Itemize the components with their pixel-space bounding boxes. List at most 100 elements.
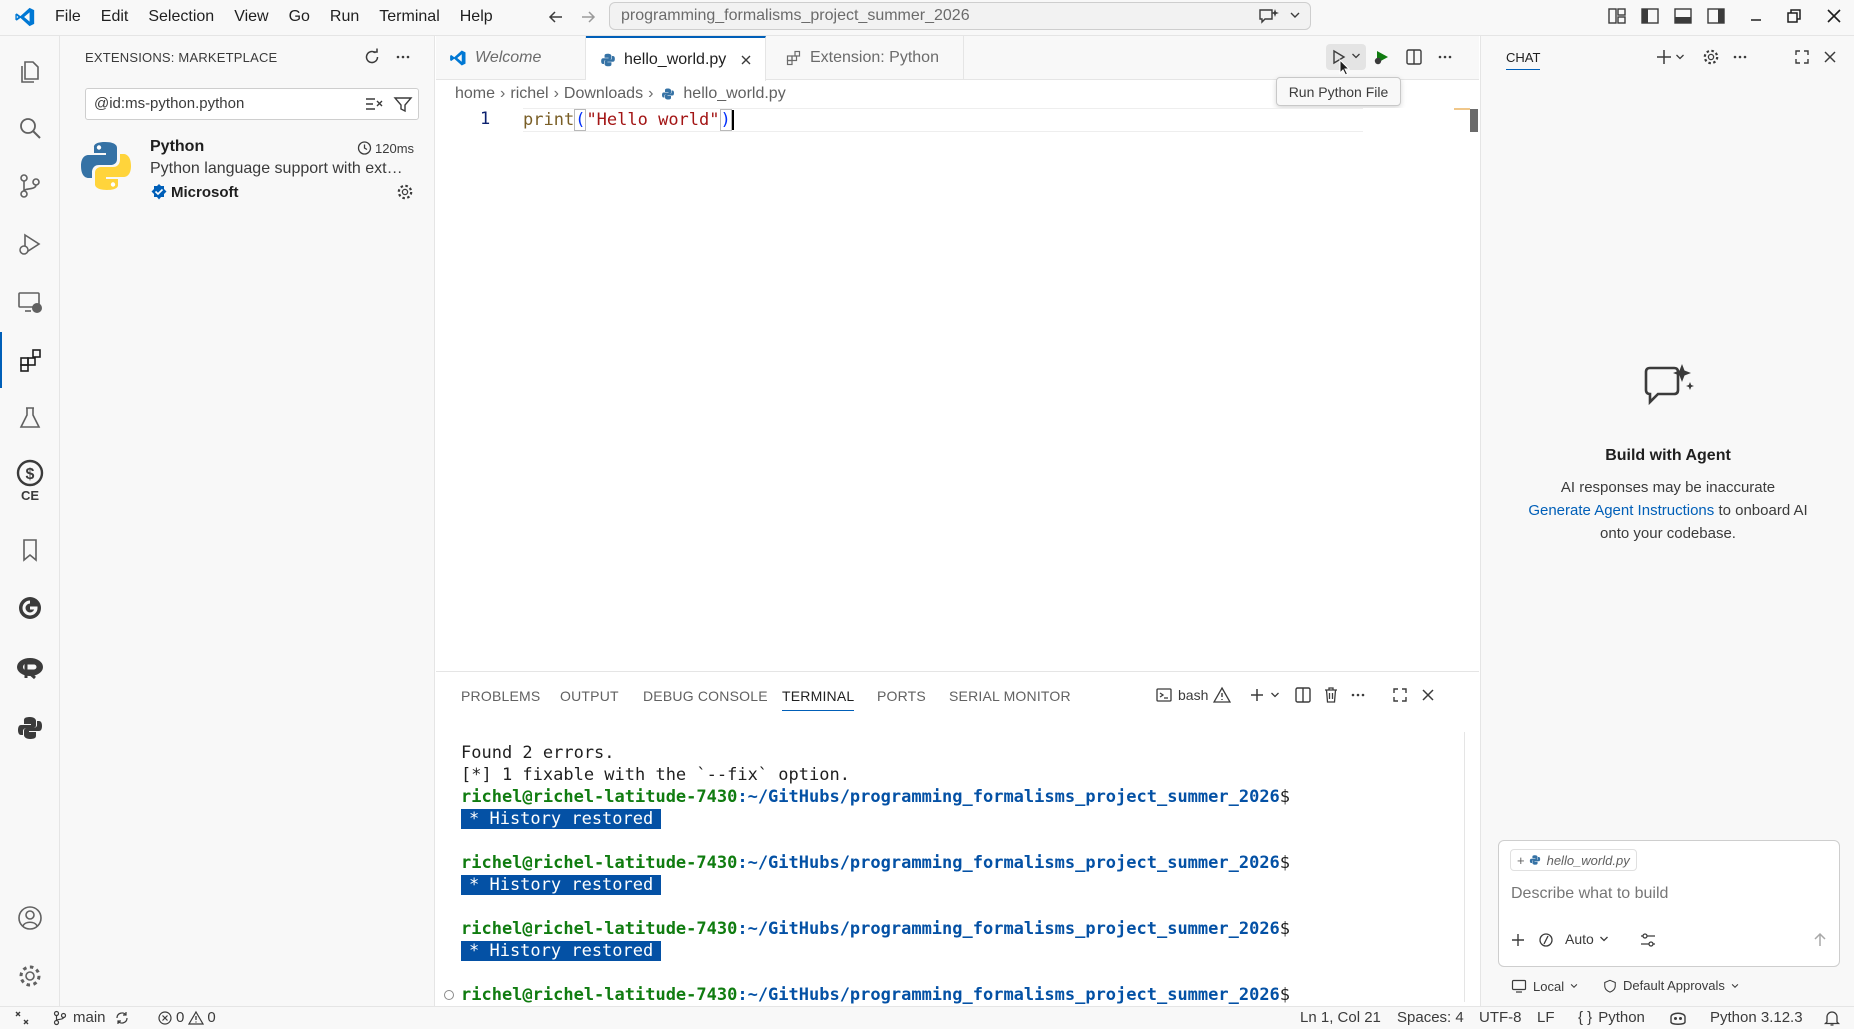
new-chat-chevron-icon[interactable] — [1674, 51, 1686, 63]
new-chat-icon[interactable] — [1654, 47, 1674, 67]
language-mode[interactable]: { } Python — [1578, 1009, 1645, 1026]
remote-explorer-icon[interactable] — [0, 274, 60, 330]
close-window-icon[interactable] — [1824, 6, 1844, 26]
r-language-icon[interactable] — [0, 640, 60, 696]
chat-sparkle-icon[interactable] — [1258, 7, 1280, 25]
gitkraken-icon[interactable] — [0, 580, 60, 636]
split-terminal-icon[interactable] — [1294, 686, 1312, 704]
chat-more-actions-icon[interactable] — [1731, 48, 1749, 66]
code-line[interactable]: print("Hello world") — [523, 109, 734, 131]
panel-tab-serial-monitor[interactable]: SERIAL MONITOR — [949, 688, 1071, 704]
tab-extension-python[interactable]: Extension: Python — [766, 36, 964, 80]
minimize-icon[interactable] — [1746, 6, 1766, 26]
debug-run-icon[interactable] — [1373, 48, 1391, 66]
panel-tab-problems[interactable]: PROBLEMS — [461, 688, 540, 704]
maximize-panel-icon[interactable] — [1391, 686, 1409, 704]
add-attachment-plus-icon[interactable] — [1509, 931, 1527, 949]
panel-tab-terminal[interactable]: TERMINAL — [782, 688, 855, 711]
encoding[interactable]: UTF-8 — [1479, 1009, 1522, 1026]
toggle-primary-sidebar-icon[interactable] — [1640, 6, 1660, 26]
session-location-picker[interactable]: Local — [1511, 978, 1579, 994]
filter-icon[interactable] — [393, 95, 413, 113]
menu-run[interactable]: Run — [320, 8, 369, 26]
menu-help[interactable]: Help — [450, 8, 503, 26]
close-panel-icon[interactable] — [1419, 686, 1437, 704]
menu-edit[interactable]: Edit — [91, 8, 139, 26]
configure-tools-icon[interactable] — [1639, 931, 1657, 949]
python-interpreter[interactable]: Python 3.12.3 — [1710, 1009, 1803, 1026]
toggle-secondary-sidebar-icon[interactable] — [1706, 6, 1726, 26]
extensions-search-box[interactable] — [85, 88, 419, 120]
terminal-dropdown-chevron-icon[interactable] — [1269, 689, 1281, 701]
run-python-file-button[interactable] — [1326, 44, 1366, 76]
panel-tab-ports[interactable]: PORTS — [877, 688, 926, 704]
extension-list-item[interactable]: Python 120ms Python language support wit… — [60, 128, 435, 206]
search-icon[interactable] — [0, 100, 60, 156]
chevron-down-icon[interactable] — [1288, 8, 1302, 22]
restore-icon[interactable] — [1784, 6, 1804, 26]
panel-more-actions-icon[interactable] — [1349, 686, 1367, 704]
tools-icon[interactable] — [1537, 931, 1555, 949]
problems-indicator[interactable]: 0 0 — [157, 1009, 216, 1026]
source-control-icon[interactable] — [0, 158, 60, 214]
copilot-icon[interactable] — [1668, 1009, 1688, 1027]
indentation[interactable]: Spaces: 4 — [1397, 1009, 1464, 1026]
run-debug-icon[interactable] — [0, 216, 60, 272]
tab-hello-world[interactable]: hello_world.py — [586, 36, 766, 81]
branch-indicator[interactable]: main — [52, 1009, 130, 1026]
cursor-position[interactable]: Ln 1, Col 21 — [1300, 1009, 1381, 1026]
explorer-icon[interactable] — [0, 44, 60, 100]
notifications-bell-icon[interactable] — [1823, 1009, 1841, 1027]
command-center[interactable]: programming_formalisms_project_summer_20… — [609, 2, 1311, 30]
breadcrumb-downloads[interactable]: Downloads — [564, 85, 643, 103]
testing-flask-icon[interactable] — [0, 390, 60, 446]
menu-go[interactable]: Go — [279, 8, 320, 26]
chat-context-chip[interactable]: + hello_world.py — [1510, 849, 1637, 871]
customize-layout-icon[interactable] — [1607, 6, 1627, 26]
panel-tab-output[interactable]: OUTPUT — [560, 688, 619, 704]
breadcrumb-richel[interactable]: richel — [510, 85, 548, 103]
back-arrow-icon[interactable] — [546, 7, 566, 27]
extensions-search-input[interactable] — [94, 95, 354, 112]
approvals-picker[interactable]: Default Approvals — [1603, 978, 1740, 993]
sync-icon[interactable] — [114, 1010, 130, 1026]
tab-welcome[interactable]: Welcome — [436, 36, 586, 80]
accounts-icon[interactable] — [0, 890, 60, 946]
manage-gear-icon[interactable] — [396, 183, 414, 201]
menu-view[interactable]: View — [224, 8, 278, 26]
panel-tab-debug-console[interactable]: DEBUG CONSOLE — [643, 688, 768, 704]
forward-arrow-icon[interactable] — [578, 7, 598, 27]
python-icon[interactable] — [0, 700, 60, 756]
code-editor[interactable]: 1 print("Hello world") — [436, 108, 1479, 671]
new-terminal-icon[interactable] — [1248, 686, 1266, 704]
bookmark-icon[interactable] — [0, 522, 60, 578]
generate-agent-instructions-link[interactable]: Generate Agent Instructions — [1528, 502, 1714, 519]
send-arrow-icon[interactable] — [1811, 931, 1829, 949]
terminal-scrollbar[interactable] — [1464, 732, 1465, 1002]
more-actions-icon[interactable] — [394, 48, 412, 66]
clear-filter-icon[interactable] — [364, 95, 384, 113]
menu-terminal[interactable]: Terminal — [369, 8, 449, 26]
refresh-icon[interactable] — [363, 48, 381, 66]
menu-selection[interactable]: Selection — [138, 8, 224, 26]
remote-indicator-icon[interactable] — [13, 1009, 31, 1027]
end-of-line[interactable]: LF — [1537, 1009, 1555, 1026]
add-context-plus-icon[interactable]: + — [1517, 853, 1525, 868]
chat-input-box[interactable]: + hello_world.py Describe what to build … — [1498, 840, 1840, 967]
chat-input-placeholder[interactable]: Describe what to build — [1511, 885, 1668, 903]
settings-gear-icon[interactable] — [0, 948, 60, 1004]
breadcrumb-file[interactable]: hello_world.py — [683, 85, 785, 103]
menu-file[interactable]: File — [45, 8, 91, 26]
compiler-explorer-icon[interactable]: $ CE — [0, 446, 60, 516]
toggle-panel-icon[interactable] — [1673, 6, 1693, 26]
chat-settings-gear-icon[interactable] — [1702, 48, 1720, 66]
maximize-chat-icon[interactable] — [1793, 48, 1811, 66]
kill-terminal-trash-icon[interactable] — [1322, 686, 1340, 704]
breadcrumb-home[interactable]: home — [455, 85, 495, 103]
command-decoration-icon[interactable] — [444, 990, 454, 1000]
close-chat-icon[interactable] — [1821, 48, 1839, 66]
split-editor-icon[interactable] — [1405, 48, 1423, 66]
terminal-instance[interactable]: bash — [1155, 686, 1232, 704]
extensions-icon[interactable] — [0, 332, 60, 388]
scrollbar-thumb[interactable] — [1470, 109, 1478, 132]
